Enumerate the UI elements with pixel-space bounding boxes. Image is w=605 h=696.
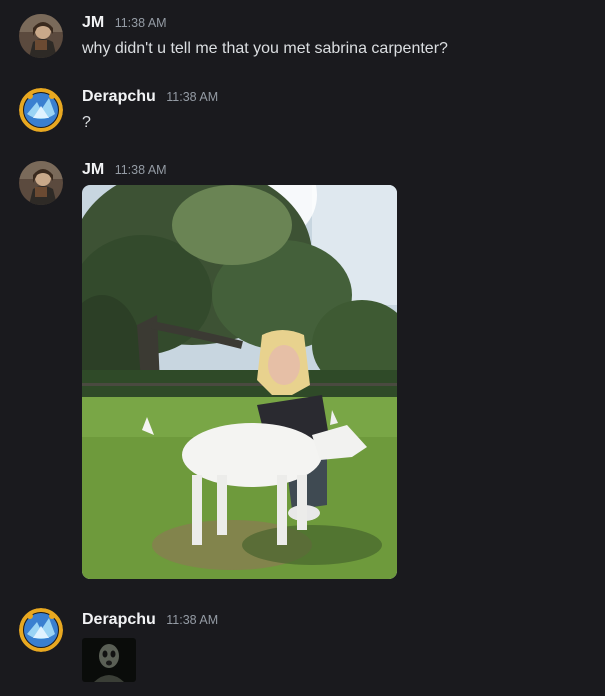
avatar-derapchu[interactable] (19, 608, 63, 652)
image-attachment[interactable] (82, 638, 136, 682)
username-derapchu[interactable]: Derapchu (82, 611, 156, 628)
message-derapchu-2: Derapchu 11:38 AM (0, 0, 605, 696)
timestamp: 11:38 AM (166, 613, 219, 627)
